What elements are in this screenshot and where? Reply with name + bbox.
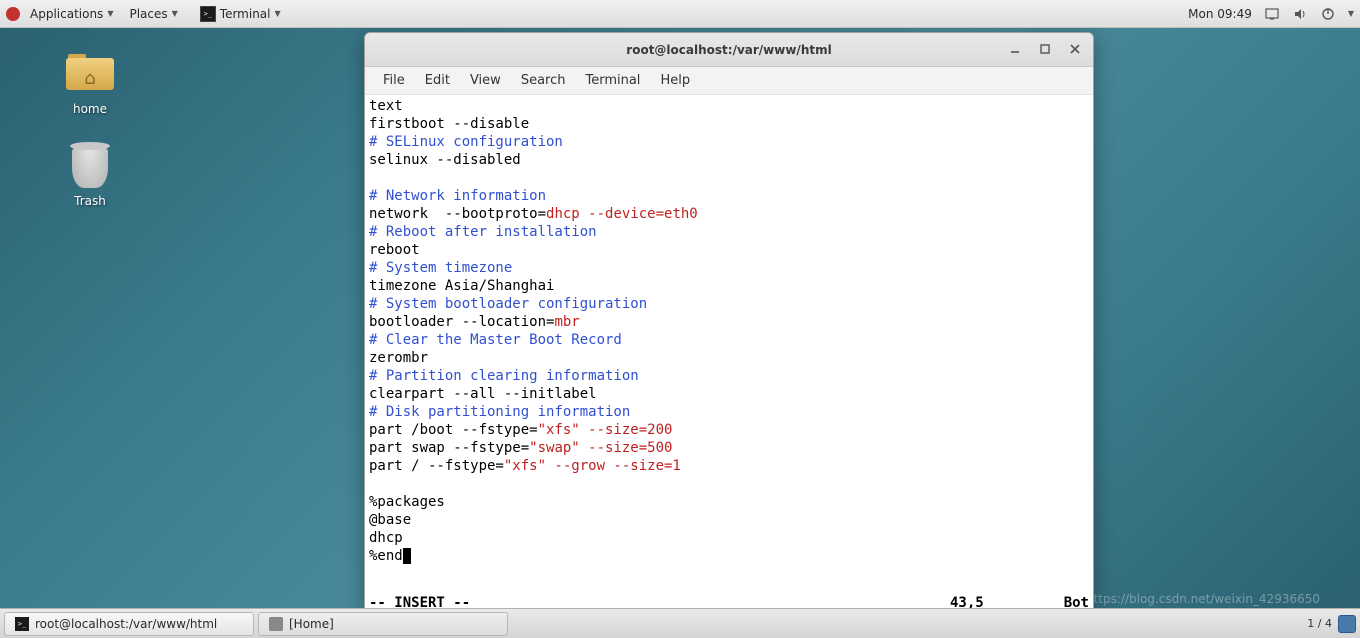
menu-search[interactable]: Search bbox=[511, 69, 576, 92]
terminal-line: # System bootloader configuration bbox=[369, 295, 1089, 313]
terminal-line: text bbox=[369, 97, 1089, 115]
minimize-icon bbox=[1009, 43, 1021, 55]
taskbar-item-terminal[interactable]: root@localhost:/var/www/html bbox=[4, 612, 254, 636]
terminal-line: network --bootproto=dhcp --device=eth0 bbox=[369, 205, 1089, 223]
terminal-icon bbox=[15, 617, 29, 631]
terminal-line: # SELinux configuration bbox=[369, 133, 1089, 151]
taskbar-item-label: root@localhost:/var/www/html bbox=[35, 617, 217, 631]
maximize-icon bbox=[1039, 43, 1051, 55]
home-label: home bbox=[50, 102, 130, 116]
terminal-line: part swap --fstype="swap" --size=500 bbox=[369, 439, 1089, 457]
power-icon[interactable] bbox=[1320, 6, 1336, 22]
terminal-line: dhcp bbox=[369, 529, 1089, 547]
terminal-line: # System timezone bbox=[369, 259, 1089, 277]
minimize-button[interactable] bbox=[1003, 37, 1027, 61]
terminal-line: selinux --disabled bbox=[369, 151, 1089, 169]
workspace-box-icon bbox=[1338, 615, 1356, 633]
text-cursor bbox=[403, 548, 411, 564]
clock[interactable]: Mon 09:49 bbox=[1188, 7, 1252, 21]
chevron-down-icon: ▼ bbox=[172, 9, 178, 18]
terminal-launcher[interactable]: Terminal ▼ bbox=[194, 4, 287, 24]
taskbar-item-files[interactable]: [Home] bbox=[258, 612, 508, 636]
menu-file[interactable]: File bbox=[373, 69, 415, 92]
files-icon bbox=[269, 617, 283, 631]
top-panel: Applications ▼ Places ▼ Terminal ▼ Mon 0… bbox=[0, 0, 1360, 28]
maximize-button[interactable] bbox=[1033, 37, 1057, 61]
places-menu[interactable]: Places ▼ bbox=[123, 5, 183, 23]
distro-icon bbox=[6, 7, 20, 21]
terminal-output[interactable]: textfirstboot --disable# SELinux configu… bbox=[365, 95, 1093, 595]
terminal-line bbox=[369, 475, 1089, 493]
home-folder-icon[interactable]: home bbox=[50, 48, 130, 116]
terminal-line: @base bbox=[369, 511, 1089, 529]
terminal-window: root@localhost:/var/www/html FileEditVie… bbox=[364, 32, 1094, 614]
volume-icon[interactable] bbox=[1292, 6, 1308, 22]
terminal-line: # Clear the Master Boot Record bbox=[369, 331, 1089, 349]
folder-icon bbox=[66, 48, 114, 96]
close-button[interactable] bbox=[1063, 37, 1087, 61]
terminal-icon bbox=[200, 6, 216, 22]
terminal-line: reboot bbox=[369, 241, 1089, 259]
terminal-line: bootloader --location=mbr bbox=[369, 313, 1089, 331]
home-glyph-icon bbox=[82, 68, 98, 80]
menu-terminal[interactable]: Terminal bbox=[575, 69, 650, 92]
menu-help[interactable]: Help bbox=[650, 69, 700, 92]
window-titlebar[interactable]: root@localhost:/var/www/html bbox=[365, 33, 1093, 67]
terminal-line: part /boot --fstype="xfs" --size=200 bbox=[369, 421, 1089, 439]
workspace-indicator[interactable]: 1 / 4 bbox=[1307, 615, 1356, 633]
terminal-line bbox=[369, 169, 1089, 187]
terminal-line: %end bbox=[369, 547, 1089, 565]
chevron-down-icon: ▼ bbox=[275, 9, 281, 18]
menu-edit[interactable]: Edit bbox=[415, 69, 460, 92]
trash-icon[interactable]: Trash bbox=[50, 146, 130, 208]
terminal-line: # Partition clearing information bbox=[369, 367, 1089, 385]
applications-menu[interactable]: Applications ▼ bbox=[24, 5, 119, 23]
terminal-line: # Disk partitioning information bbox=[369, 403, 1089, 421]
trash-bin-icon bbox=[72, 146, 108, 188]
terminal-line: # Reboot after installation bbox=[369, 223, 1089, 241]
applications-label: Applications bbox=[30, 7, 103, 21]
chevron-down-icon: ▼ bbox=[107, 9, 113, 18]
trash-label: Trash bbox=[50, 194, 130, 208]
screen-icon[interactable] bbox=[1264, 6, 1280, 22]
window-title: root@localhost:/var/www/html bbox=[626, 43, 831, 57]
close-icon bbox=[1069, 43, 1081, 55]
places-label: Places bbox=[129, 7, 167, 21]
terminal-line: part / --fstype="xfs" --grow --size=1 bbox=[369, 457, 1089, 475]
terminal-line: firstboot --disable bbox=[369, 115, 1089, 133]
taskbar-item-label: [Home] bbox=[289, 617, 334, 631]
chevron-down-icon: ▼ bbox=[1348, 9, 1354, 18]
menu-view[interactable]: View bbox=[460, 69, 511, 92]
terminal-launcher-label: Terminal bbox=[220, 7, 271, 21]
workspace-label: 1 / 4 bbox=[1307, 617, 1332, 630]
terminal-line: clearpart --all --initlabel bbox=[369, 385, 1089, 403]
bottom-taskbar: root@localhost:/var/www/html [Home] 1 / … bbox=[0, 608, 1360, 638]
desktop-icons: home Trash bbox=[50, 48, 130, 238]
terminal-line: zerombr bbox=[369, 349, 1089, 367]
terminal-line: timezone Asia/Shanghai bbox=[369, 277, 1089, 295]
terminal-line: %packages bbox=[369, 493, 1089, 511]
terminal-line: # Network information bbox=[369, 187, 1089, 205]
menubar: FileEditViewSearchTerminalHelp bbox=[365, 67, 1093, 95]
watermark: https://blog.csdn.net/weixin_42936650 bbox=[1086, 592, 1320, 606]
